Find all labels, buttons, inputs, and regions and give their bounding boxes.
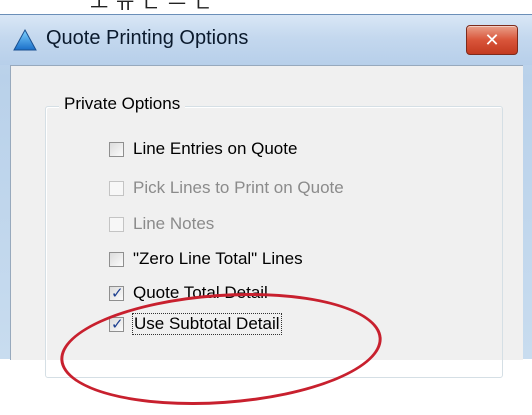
checkmark-icon: ✓ bbox=[111, 283, 124, 302]
line-notes-label: Line Notes bbox=[133, 214, 215, 233]
zero-line-total-checkbox[interactable] bbox=[109, 251, 124, 267]
pick-lines-checkbox bbox=[109, 180, 124, 196]
title-bar[interactable]: Quote Printing Options ✕ bbox=[0, 15, 532, 65]
window-title: Quote Printing Options bbox=[46, 27, 249, 49]
dialog-window: Quote Printing Options ✕ Private Options… bbox=[0, 14, 532, 378]
dialog-body: Private Options Line Entries on Quote Pi… bbox=[10, 65, 523, 378]
line-entries-checkbox[interactable] bbox=[109, 141, 124, 157]
triangle-app-icon bbox=[13, 28, 37, 51]
checkmark-icon: ✓ bbox=[111, 314, 124, 333]
zero-line-total-label: "Zero Line Total" Lines bbox=[133, 249, 303, 268]
use-subtotal-detail-label: Use Subtotal Detail bbox=[132, 313, 282, 335]
line-notes-checkbox bbox=[109, 216, 124, 232]
close-icon: ✕ bbox=[484, 29, 500, 50]
clipped-top-strip: ㅗ ㅠ ㄴ ㅡ ㄷ bbox=[0, 0, 532, 16]
option-use-subtotal-detail[interactable]: ✓ Use Subtotal Detail bbox=[109, 311, 282, 337]
option-zero-line-total[interactable]: "Zero Line Total" Lines bbox=[109, 246, 303, 272]
line-entries-label: Line Entries on Quote bbox=[133, 139, 298, 158]
quote-total-detail-checkbox[interactable]: ✓ bbox=[109, 283, 124, 302]
option-line-entries[interactable]: Line Entries on Quote bbox=[109, 136, 297, 162]
pick-lines-label: Pick Lines to Print on Quote bbox=[133, 178, 344, 197]
use-subtotal-detail-checkbox[interactable]: ✓ bbox=[109, 314, 124, 333]
option-pick-lines: Pick Lines to Print on Quote bbox=[109, 175, 344, 201]
option-quote-total-detail[interactable]: ✓ Quote Total Detail bbox=[109, 280, 268, 306]
quote-total-detail-label: Quote Total Detail bbox=[133, 283, 268, 302]
option-line-notes: Line Notes bbox=[109, 211, 214, 237]
close-button[interactable]: ✕ bbox=[466, 25, 518, 55]
group-legend: Private Options bbox=[59, 94, 186, 114]
